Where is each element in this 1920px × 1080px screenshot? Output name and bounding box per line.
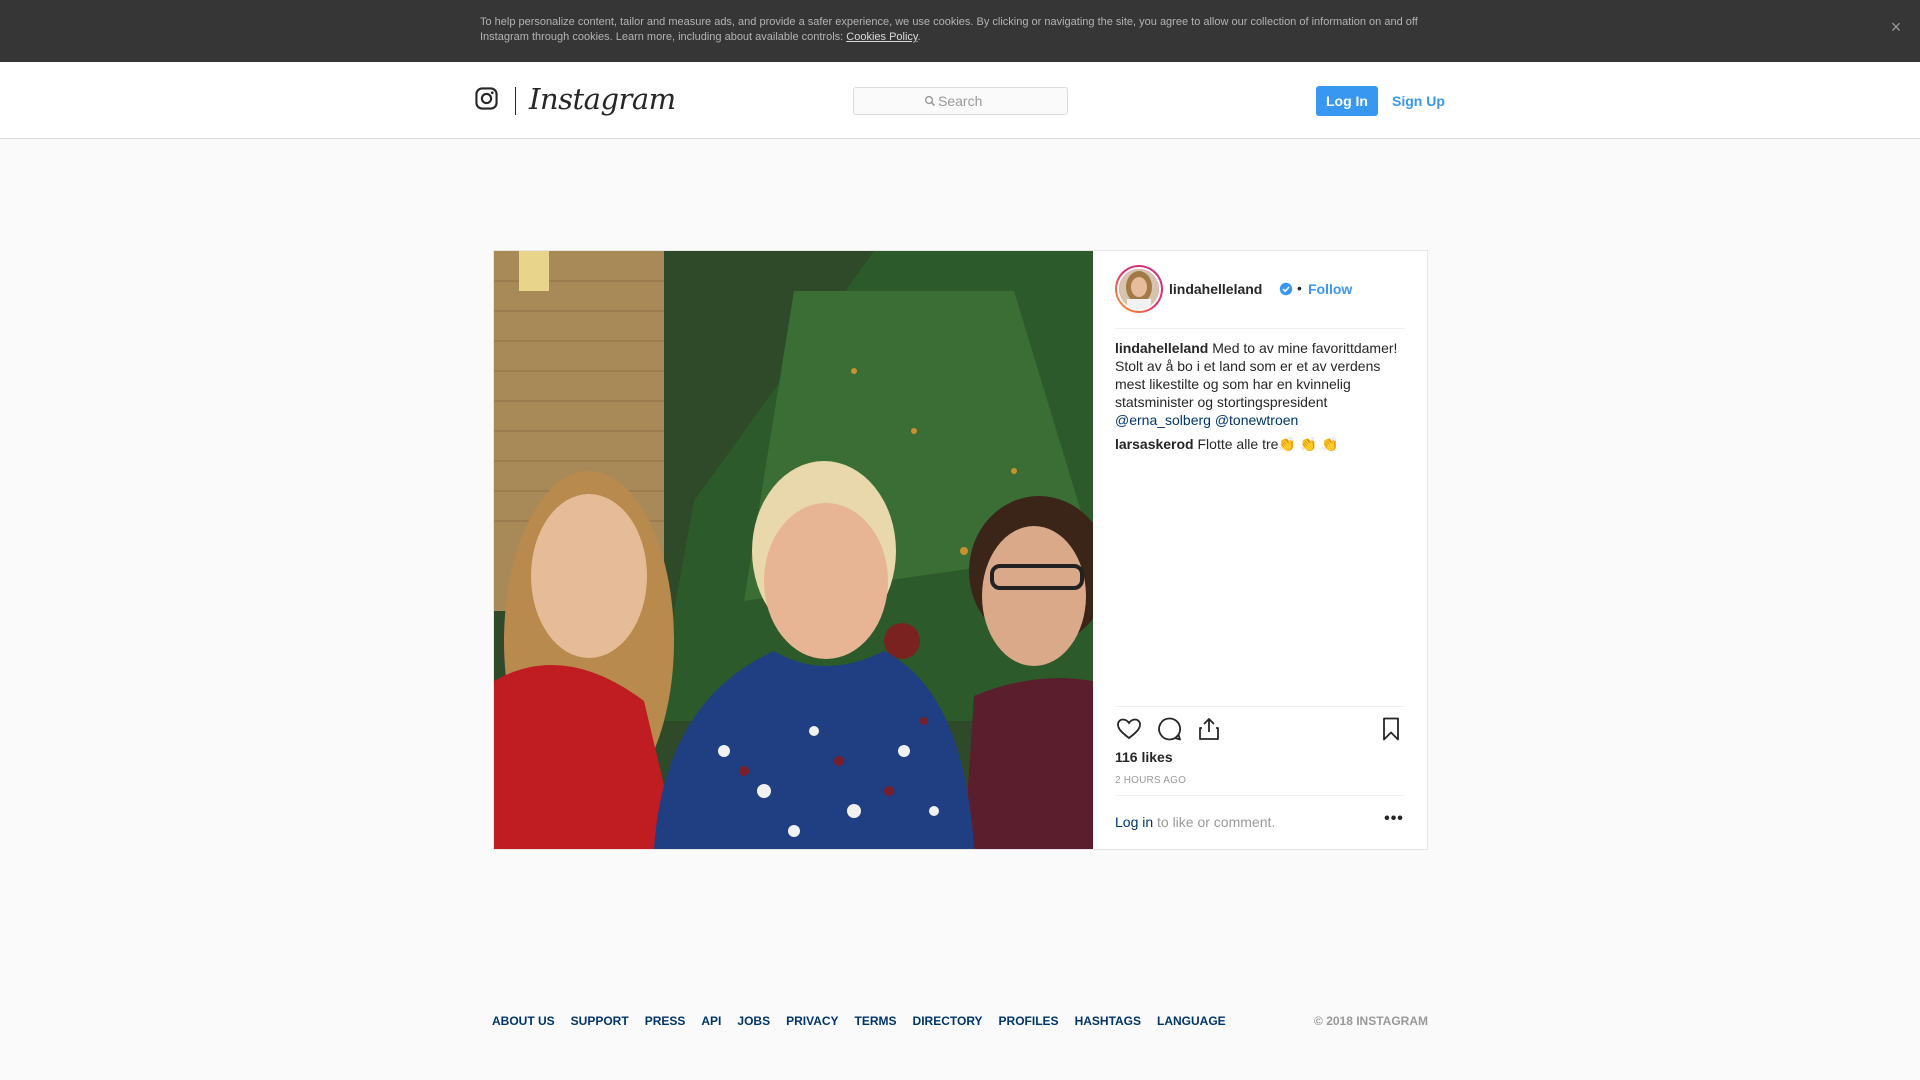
- footer-link-terms[interactable]: Terms: [855, 1014, 897, 1028]
- login-link[interactable]: Log in: [1115, 814, 1153, 830]
- share-icon[interactable]: [1195, 715, 1223, 743]
- post-username[interactable]: lindahelleland: [1169, 281, 1262, 297]
- comments-section: lindahelleland Med to av mine favorittda…: [1115, 339, 1405, 453]
- comment-icon[interactable]: [1155, 715, 1183, 743]
- top-navbar: Instagram Log In Sign Up: [0, 62, 1920, 139]
- cookies-policy-link[interactable]: Cookies Policy: [846, 31, 917, 43]
- separator-dot: •: [1297, 280, 1302, 296]
- caption: lindahelleland Med to av mine favorittda…: [1115, 339, 1405, 429]
- avatar[interactable]: [1115, 265, 1163, 313]
- login-button[interactable]: Log In: [1316, 86, 1378, 116]
- post-timestamp[interactable]: 2 hours ago: [1115, 775, 1186, 786]
- footer-link-hashtags[interactable]: Hashtags: [1075, 1014, 1141, 1028]
- post-actions: 116 likes 2 hours ago Log in to like or …: [1115, 706, 1405, 846]
- post-photo[interactable]: [494, 251, 1093, 849]
- mention-link[interactable]: @tonewtroen: [1215, 412, 1298, 428]
- footer: About us Support Press API Jobs Privacy …: [492, 1014, 1428, 1030]
- footer-link-press[interactable]: Press: [645, 1014, 686, 1028]
- comment-text: Flotte alle tre👏 👏 👏: [1197, 436, 1339, 452]
- footer-link-jobs[interactable]: Jobs: [737, 1014, 770, 1028]
- comment-item: larsaskerod Flotte alle tre👏 👏 👏: [1115, 435, 1405, 453]
- search-input[interactable]: [938, 91, 1058, 111]
- cookie-trailing: .: [917, 31, 921, 43]
- footer-nav: About us Support Press API Jobs Privacy …: [492, 1014, 1226, 1028]
- comment-bar: Log in to like or comment. •••: [1115, 795, 1405, 845]
- footer-link-profiles[interactable]: Profiles: [999, 1014, 1059, 1028]
- login-prompt-text: to like or comment.: [1157, 814, 1276, 830]
- search-box[interactable]: [853, 87, 1068, 115]
- cookie-text: To help personalize content, tailor and …: [480, 16, 1418, 43]
- bookmark-icon[interactable]: [1377, 715, 1405, 743]
- post-header: lindahelleland • Follow: [1115, 251, 1405, 329]
- comment-username[interactable]: larsaskerod: [1115, 436, 1194, 452]
- more-options-icon[interactable]: •••: [1383, 810, 1405, 832]
- instagram-wordmark[interactable]: Instagram: [529, 82, 676, 116]
- footer-link-language[interactable]: Language: [1157, 1014, 1226, 1028]
- verified-badge-icon: [1279, 282, 1293, 296]
- likes-count[interactable]: 116 likes: [1115, 749, 1173, 765]
- footer-link-directory[interactable]: Directory: [913, 1014, 983, 1028]
- mention-link[interactable]: @erna_solberg: [1115, 412, 1211, 428]
- post-card: lindahelleland • Follow lindahelleland M…: [493, 250, 1428, 850]
- cookie-banner-text: To help personalize content, tailor and …: [480, 15, 1440, 45]
- post-sidebar: lindahelleland • Follow lindahelleland M…: [1093, 251, 1427, 849]
- heart-icon[interactable]: [1115, 715, 1143, 743]
- copyright: © 2018 Instagram: [1314, 1014, 1428, 1028]
- search-icon: [924, 95, 936, 107]
- post-photo-illustration: [494, 251, 1093, 849]
- footer-link-api[interactable]: API: [701, 1014, 721, 1028]
- signup-link[interactable]: Sign Up: [1392, 86, 1445, 116]
- logo-divider: [515, 87, 516, 115]
- footer-link-about-us[interactable]: About us: [492, 1014, 555, 1028]
- caption-username[interactable]: lindahelleland: [1115, 340, 1208, 356]
- avatar-image: [1119, 269, 1159, 309]
- close-icon[interactable]: ×: [1884, 15, 1908, 39]
- follow-button[interactable]: Follow: [1308, 281, 1352, 297]
- footer-link-privacy[interactable]: Privacy: [786, 1014, 838, 1028]
- footer-link-support[interactable]: Support: [571, 1014, 629, 1028]
- instagram-glyph-icon[interactable]: [475, 87, 498, 110]
- cookie-banner: To help personalize content, tailor and …: [0, 0, 1920, 62]
